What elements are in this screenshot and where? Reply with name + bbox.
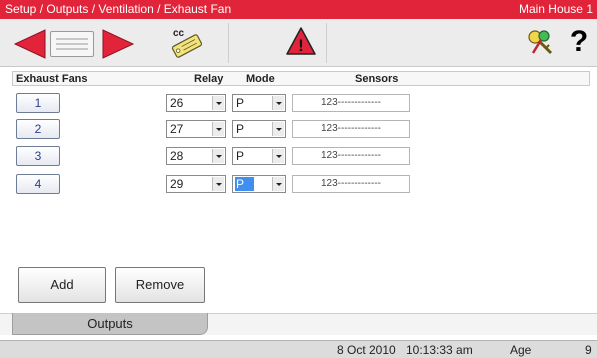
- table-row: 2 27 P 123-------------: [12, 118, 590, 140]
- chevron-down-icon[interactable]: [212, 96, 224, 110]
- relay-value: 27: [170, 122, 184, 136]
- mode-select[interactable]: P: [232, 175, 286, 193]
- keys-icon[interactable]: [525, 27, 555, 57]
- help-icon[interactable]: ?: [566, 24, 592, 60]
- header-mode: Mode: [246, 73, 275, 85]
- house-name: Main House 1: [518, 2, 593, 16]
- relay-select[interactable]: 29: [166, 175, 226, 193]
- back-arrow-icon[interactable]: [12, 29, 46, 59]
- sensors-field[interactable]: 123-------------: [292, 175, 410, 193]
- add-button[interactable]: Add: [18, 267, 106, 303]
- status-time: 10:13:33 am: [406, 343, 473, 357]
- toolbar-divider: [228, 23, 229, 63]
- chevron-down-icon[interactable]: [212, 122, 224, 136]
- chevron-down-icon[interactable]: [272, 122, 284, 136]
- sensors-field[interactable]: 123-------------: [292, 94, 410, 112]
- table-header: Exhaust Fans Relay Mode Sensors: [12, 71, 590, 86]
- sensors-field[interactable]: 123-------------: [292, 120, 410, 138]
- fan-button[interactable]: 3: [16, 146, 60, 166]
- mode-value: P: [236, 122, 245, 136]
- toolbar-divider: [326, 23, 327, 63]
- status-age-value: 9: [585, 343, 592, 357]
- cc-label: cc: [173, 28, 185, 39]
- chevron-down-icon[interactable]: [272, 149, 284, 163]
- title-bar: Setup / Outputs / Ventilation / Exhaust …: [0, 0, 597, 19]
- document-icon[interactable]: [50, 31, 94, 57]
- warning-icon[interactable]: !: [286, 27, 316, 55]
- breadcrumb: Setup / Outputs / Ventilation / Exhaust …: [5, 2, 232, 16]
- mode-select[interactable]: P: [232, 120, 286, 138]
- header-relay: Relay: [194, 73, 224, 85]
- fan-button[interactable]: 2: [16, 119, 60, 139]
- table-row: 1 26 P 123-------------: [12, 92, 590, 114]
- status-age-label: Age: [510, 343, 532, 357]
- status-date: 8 Oct 2010: [337, 343, 396, 357]
- mode-select[interactable]: P: [232, 94, 286, 112]
- chevron-down-icon[interactable]: [212, 177, 224, 191]
- header-exhaust-fans: Exhaust Fans: [16, 73, 88, 85]
- header-sensors: Sensors: [355, 73, 399, 85]
- table-row: 3 28 P 123-------------: [12, 145, 590, 167]
- warning-glyph: !: [298, 36, 304, 55]
- toolbar: cc ! ?: [0, 19, 597, 67]
- relay-select[interactable]: 26: [166, 94, 226, 112]
- mode-select[interactable]: P: [232, 147, 286, 165]
- sensors-field[interactable]: 123-------------: [292, 147, 410, 165]
- mode-value: P: [236, 149, 245, 163]
- fan-button[interactable]: 4: [16, 174, 60, 194]
- forward-arrow-icon[interactable]: [102, 29, 136, 59]
- mode-value: P: [235, 177, 255, 191]
- chevron-down-icon[interactable]: [272, 177, 284, 191]
- remove-button[interactable]: Remove: [115, 267, 205, 303]
- relay-value: 26: [170, 96, 184, 110]
- chevron-down-icon[interactable]: [272, 96, 284, 110]
- relay-select[interactable]: 28: [166, 147, 226, 165]
- status-bar: 8 Oct 2010 10:13:33 am Age 9: [0, 340, 597, 358]
- table-row: 4 29 P 123-------------: [12, 173, 590, 195]
- tab-outputs[interactable]: Outputs: [12, 313, 208, 335]
- chevron-down-icon[interactable]: [212, 149, 224, 163]
- fan-button[interactable]: 1: [16, 93, 60, 113]
- mode-value: P: [236, 96, 245, 110]
- relay-value: 28: [170, 149, 184, 163]
- cc-tag-icon[interactable]: cc: [165, 26, 209, 60]
- relay-value: 29: [170, 177, 184, 191]
- relay-select[interactable]: 27: [166, 120, 226, 138]
